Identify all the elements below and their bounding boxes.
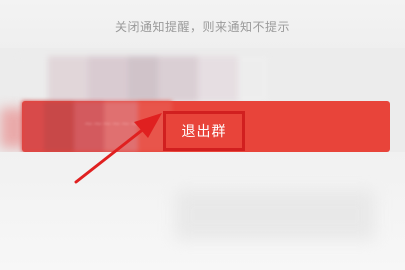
notification-hint-text: 关闭通知提醒，则来通知不提示: [114, 20, 290, 34]
blurred-shape: [175, 190, 375, 240]
exit-group-label: 退出群: [181, 124, 227, 140]
screenshot-frame: 关闭通知提醒，则来通知不提示 ~~~~~~ 退出群: [0, 0, 405, 270]
exit-group-label-highlight[interactable]: 退出群: [163, 111, 245, 151]
notification-settings-strip: 关闭通知提醒，则来通知不提示: [0, 0, 405, 48]
blurred-text: ~~~~~~: [84, 117, 140, 130]
blurred-mosaic-region: [18, 56, 268, 102]
